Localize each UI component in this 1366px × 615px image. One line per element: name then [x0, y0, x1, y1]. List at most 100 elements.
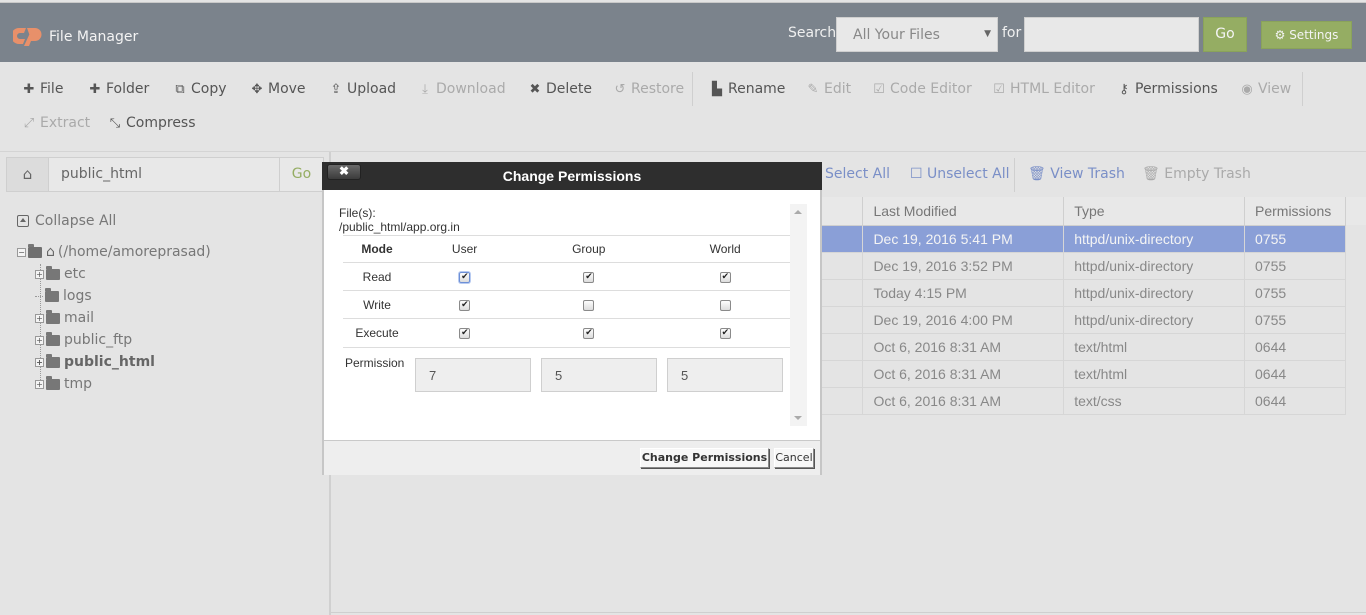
execute-group-checkbox[interactable]: [583, 327, 595, 340]
tree-item-mail[interactable]: + mail: [35, 308, 94, 328]
tree-item-public-html[interactable]: + public_html: [35, 352, 155, 372]
permissions-button[interactable]: ⚷ Permissions: [1117, 81, 1218, 97]
collapse-all-button[interactable]: Collapse All: [17, 213, 116, 229]
column-header-last-modified[interactable]: Last Modified: [862, 197, 1065, 226]
table-row[interactable]: Today 4:15 PM httpd/unix-directory 0755: [822, 279, 1346, 307]
new-folder-button[interactable]: ✚ Folder: [88, 81, 150, 97]
column-header-name[interactable]: [822, 197, 864, 226]
read-group-checkbox[interactable]: [583, 271, 595, 283]
tree-connector: [35, 295, 43, 297]
download-button[interactable]: ⤓ Download: [418, 81, 505, 97]
dialog-title: Change Permissions: [502, 168, 642, 184]
edit-button[interactable]: ✎ Edit: [806, 81, 852, 97]
home-icon: ⌂: [46, 244, 55, 260]
tree-item-etc[interactable]: + etc: [35, 264, 86, 284]
table-row[interactable]: Oct 6, 2016 8:31 AM text/css 0644: [822, 387, 1346, 415]
dropdown-caret-icon: ▼: [984, 29, 991, 39]
view-button[interactable]: ◉ View: [1240, 81, 1291, 97]
for-label: for: [1002, 25, 1022, 41]
compress-button[interactable]: ⤡ Compress: [108, 115, 196, 131]
dialog-close-button[interactable]: ✖: [327, 164, 361, 180]
unselect-all-button[interactable]: ☐ Unselect All: [910, 166, 1010, 182]
write-user-checkbox[interactable]: [459, 299, 471, 311]
group-permission-field[interactable]: 5: [541, 358, 657, 392]
execute-label: Execute: [343, 318, 411, 347]
code-editor-button[interactable]: ☑ Code Editor: [872, 81, 972, 97]
cell-modified: Dec 19, 2016 5:41 PM: [862, 225, 1065, 253]
scroll-up-icon[interactable]: [794, 210, 802, 214]
execute-row: Execute: [343, 318, 791, 347]
toolbar-divider: [1302, 72, 1303, 106]
dialog-scrollbar[interactable]: [790, 204, 807, 426]
table-row[interactable]: Dec 19, 2016 4:00 PM httpd/unix-directory…: [822, 306, 1346, 334]
search-scope-select[interactable]: All Your Files ▼: [836, 17, 998, 52]
table-row[interactable]: Oct 6, 2016 8:31 AM text/html 0644: [822, 333, 1346, 361]
path-go-button[interactable]: Go: [279, 158, 323, 191]
home-button[interactable]: ⌂: [7, 158, 49, 191]
expand-toggle-icon[interactable]: +: [35, 379, 44, 389]
upload-button[interactable]: ⇪ Upload: [329, 81, 397, 97]
tree-item-public-ftp[interactable]: + public_ftp: [35, 330, 132, 350]
read-user-checkbox[interactable]: [459, 271, 471, 283]
table-row[interactable]: Oct 6, 2016 8:31 AM text/html 0644: [822, 360, 1346, 388]
extract-button[interactable]: ⤢ Extract: [22, 115, 90, 131]
folder-open-icon: [28, 243, 42, 258]
change-permissions-button[interactable]: Change Permissions: [640, 448, 769, 468]
column-header-type[interactable]: Type: [1063, 197, 1245, 226]
table-row[interactable]: Dec 19, 2016 3:52 PM httpd/unix-directory…: [822, 252, 1346, 280]
cell-permissions: 0644: [1244, 387, 1346, 415]
delete-button[interactable]: ✖ Delete: [528, 81, 592, 97]
cell-modified: Today 4:15 PM: [862, 279, 1065, 307]
dialog-titlebar[interactable]: Change Permissions ✖: [322, 162, 822, 190]
cell-type: httpd/unix-directory: [1063, 306, 1245, 334]
expand-toggle-icon[interactable]: +: [35, 357, 44, 367]
permission-label: Permission: [345, 356, 405, 370]
user-permission-field[interactable]: 7: [415, 358, 531, 392]
html-editor-button[interactable]: ☑ HTML Editor: [992, 81, 1095, 97]
folder-icon: [46, 309, 60, 324]
write-world-checkbox[interactable]: [719, 299, 731, 311]
collapse-icon: [17, 215, 29, 227]
expand-toggle-icon[interactable]: +: [35, 313, 44, 323]
write-group-checkbox[interactable]: [583, 299, 595, 311]
view-trash-button[interactable]: 🗑 View Trash: [1028, 166, 1125, 182]
close-icon: ✖: [338, 164, 350, 178]
file-icon: ▙: [712, 81, 722, 97]
scroll-down-icon[interactable]: [794, 416, 802, 420]
read-label: Read: [343, 262, 411, 291]
execute-user-checkbox[interactable]: [459, 327, 471, 340]
copy-button[interactable]: ⧉ Copy: [173, 81, 226, 97]
expand-toggle-icon[interactable]: +: [35, 269, 44, 279]
new-file-button[interactable]: ✚ File: [22, 81, 64, 97]
header-bar: File Manager Search All Your Files ▼ for…: [0, 2, 1366, 62]
move-button[interactable]: ✥ Move: [250, 81, 306, 97]
tree-root[interactable]: − ⌂ (/home/amoreprasad): [17, 242, 211, 262]
mode-header: Mode: [343, 235, 411, 263]
expand-toggle-icon[interactable]: +: [35, 335, 44, 345]
search-input[interactable]: [1024, 17, 1199, 52]
cpanel-logo-icon: [13, 28, 42, 46]
table-row[interactable]: Dec 19, 2016 5:41 PM httpd/unix-directory…: [822, 225, 1346, 253]
settings-button[interactable]: ⚙ Settings: [1261, 21, 1352, 49]
collapse-toggle-icon[interactable]: −: [17, 247, 26, 257]
cell-permissions: 0755: [1244, 306, 1346, 334]
read-world-checkbox[interactable]: [719, 271, 731, 283]
search-go-button[interactable]: Go: [1203, 17, 1247, 52]
tree-item-logs[interactable]: logs: [35, 286, 92, 306]
move-icon: ✥: [251, 81, 263, 97]
cancel-button[interactable]: Cancel: [774, 448, 814, 468]
brand[interactable]: File Manager: [13, 25, 138, 47]
empty-trash-button[interactable]: 🗑 Empty Trash: [1142, 166, 1251, 182]
cell-modified: Oct 6, 2016 8:31 AM: [862, 333, 1065, 361]
folder-icon: [45, 287, 59, 302]
world-permission-field[interactable]: 5: [667, 358, 783, 392]
column-header-permissions[interactable]: Permissions: [1244, 197, 1346, 226]
path-input[interactable]: public_html: [61, 166, 142, 182]
restore-button[interactable]: ↺ Restore: [613, 81, 685, 97]
cell-permissions: 0644: [1244, 360, 1346, 388]
tree-item-tmp[interactable]: + tmp: [35, 374, 92, 394]
rename-button[interactable]: ▙ Rename: [710, 81, 785, 97]
select-all-button[interactable]: Select All: [825, 166, 890, 182]
execute-world-checkbox[interactable]: [719, 327, 731, 340]
permission-values-row: Permission 7 5 5: [343, 347, 791, 392]
